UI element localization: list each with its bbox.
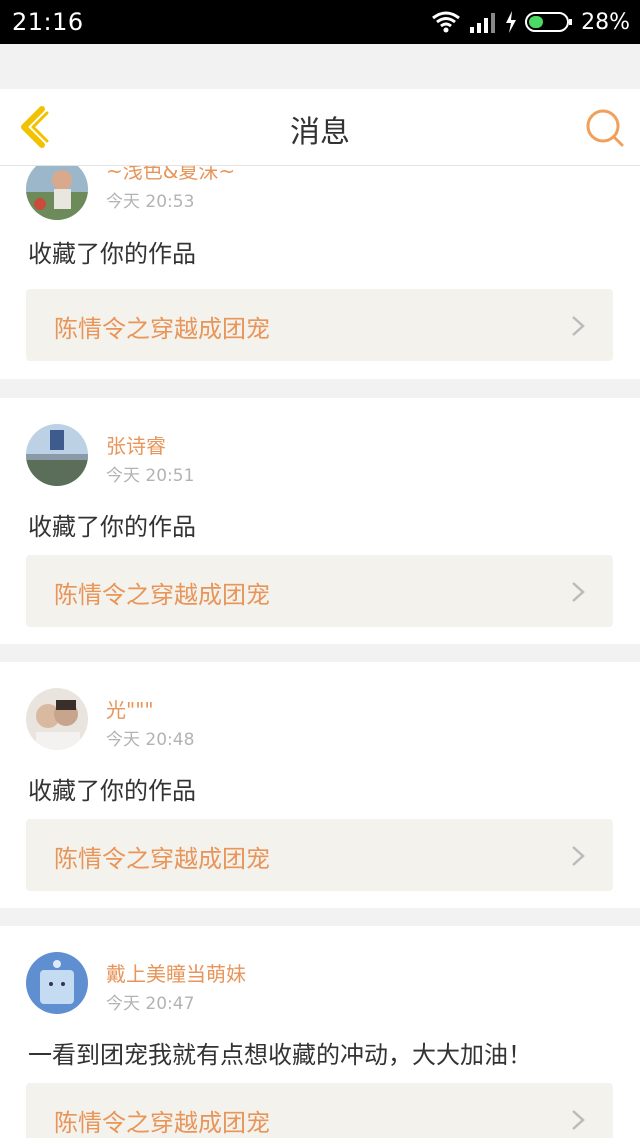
message-time: 今天 20:48 [106, 730, 195, 750]
chevron-right-icon [572, 846, 585, 866]
search-icon [586, 109, 624, 147]
work-title: 陈情令之穿越成团宠 [54, 581, 270, 609]
chevron-right-icon [572, 582, 585, 602]
message-time: 今天 20:51 [106, 466, 195, 486]
user-name[interactable]: ~浅色&夏沫~ [106, 166, 235, 184]
avatar-image [26, 952, 88, 1014]
top-spacer [0, 44, 640, 89]
battery-icon [525, 12, 573, 32]
message-card: 戴上美瞳当萌妹 今天 20:47 一看到团宠我就有点想收藏的冲动，大大加油！ 陈… [0, 926, 640, 1138]
user-name[interactable]: 光""" [106, 694, 154, 723]
work-link[interactable]: 陈情令之穿越成团宠 [26, 819, 613, 891]
avatar[interactable] [26, 952, 88, 1014]
message-card: ~浅色&夏沫~ 今天 20:53 收藏了你的作品 陈情令之穿越成团宠 [0, 166, 640, 379]
avatar[interactable] [26, 424, 88, 486]
signal-icon [470, 13, 496, 33]
charging-icon [506, 11, 517, 33]
chevron-right-icon [572, 316, 585, 336]
chevron-right-icon [572, 1110, 585, 1130]
work-title: 陈情令之穿越成团宠 [54, 845, 270, 873]
app-header: 消息 [0, 89, 640, 166]
work-link[interactable]: 陈情令之穿越成团宠 [26, 1083, 613, 1138]
avatar-image [26, 688, 88, 750]
message-time: 今天 20:47 [106, 994, 195, 1014]
work-title: 陈情令之穿越成团宠 [54, 315, 270, 343]
message-card: 光""" 今天 20:48 收藏了你的作品 陈情令之穿越成团宠 [0, 662, 640, 908]
status-time: 21:16 [12, 8, 84, 36]
user-name[interactable]: 戴上美瞳当萌妹 [106, 958, 246, 987]
avatar[interactable] [26, 166, 88, 220]
work-title: 陈情令之穿越成团宠 [54, 1109, 270, 1137]
battery-percent: 28% [581, 9, 630, 35]
status-icons: 28% [431, 8, 630, 36]
message-text: 收藏了你的作品 [28, 240, 196, 268]
wifi-icon [432, 11, 461, 33]
message-text: 收藏了你的作品 [28, 777, 196, 805]
message-text: 收藏了你的作品 [28, 513, 196, 541]
avatar-image [26, 166, 88, 220]
work-link[interactable]: 陈情令之穿越成团宠 [26, 555, 613, 627]
work-link[interactable]: 陈情令之穿越成团宠 [26, 289, 613, 361]
message-text: 一看到团宠我就有点想收藏的冲动，大大加油！ [28, 1041, 532, 1069]
user-name[interactable]: 张诗睿 [106, 430, 166, 459]
avatar[interactable] [26, 688, 88, 750]
message-time: 今天 20:53 [106, 192, 195, 212]
avatar-image [26, 424, 88, 486]
search-button[interactable] [584, 107, 626, 149]
status-bar: 21:16 28% [0, 0, 640, 44]
message-feed[interactable]: ~浅色&夏沫~ 今天 20:53 收藏了你的作品 陈情令之穿越成团宠 张诗睿 今… [0, 166, 640, 1138]
message-card: 张诗睿 今天 20:51 收藏了你的作品 陈情令之穿越成团宠 [0, 398, 640, 644]
page-title: 消息 [290, 115, 350, 150]
